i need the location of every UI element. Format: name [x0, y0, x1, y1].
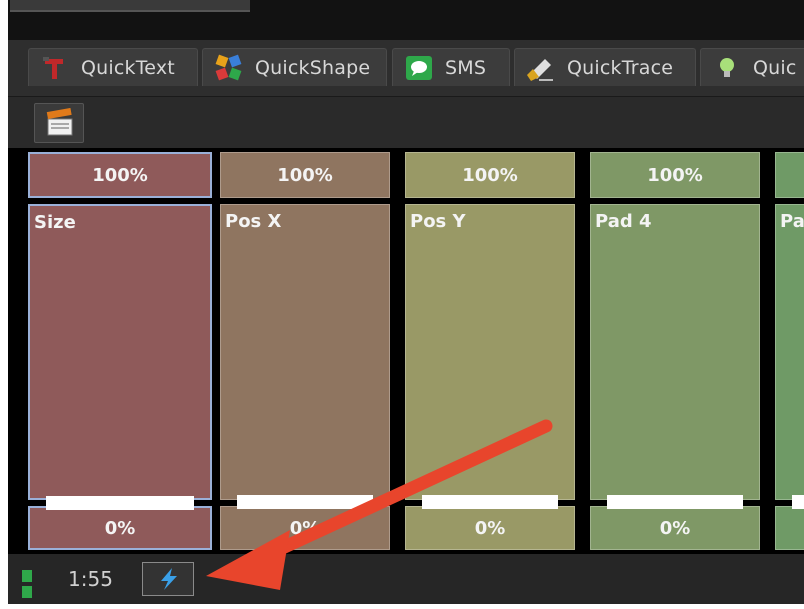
tab-quickshape[interactable]: QuickShape — [202, 48, 387, 86]
pad-area[interactable]: Pa — [775, 204, 804, 509]
tab-quicktrace[interactable]: QuickTrace — [514, 48, 696, 86]
pad-strip-pa[interactable]: Pa — [775, 148, 804, 554]
status-bar: 1:55 — [8, 554, 804, 604]
quicktrace-icon — [525, 53, 557, 83]
fader-handle[interactable] — [607, 495, 743, 509]
pad-max-value: 100% — [405, 152, 575, 198]
pad-label: Pos X — [225, 211, 282, 232]
pad-max-value: 100% — [220, 152, 390, 198]
top-bar — [8, 0, 804, 40]
pad-strip-pos-y[interactable]: 100% Pos Y 0% — [405, 148, 575, 554]
bulb-icon — [711, 53, 743, 83]
tab-sms[interactable]: SMS — [392, 48, 510, 86]
tab-label: Quic — [753, 56, 797, 79]
pad-toolbar — [8, 96, 804, 149]
fader-handle[interactable] — [237, 495, 373, 509]
pad-max-value: 100% — [28, 152, 212, 198]
pad-min-value — [775, 506, 804, 550]
pad-min-value: 0% — [220, 506, 390, 550]
tab-bar: QuickText QuickShape SMS QuickTrace Quic — [8, 40, 804, 96]
pad-min-value: 0% — [405, 506, 575, 550]
pad-label: Pad 4 — [595, 211, 652, 232]
tab-label: SMS — [445, 56, 487, 79]
app-window: QuickText QuickShape SMS QuickTrace Quic… — [8, 0, 804, 604]
pad-label: Size — [34, 212, 76, 233]
tab-label: QuickShape — [255, 56, 371, 79]
xy-pads-panel: 100% Size 0% 100% Pos X 0% 100% Pos Y 0% — [8, 148, 804, 554]
pad-area[interactable]: Pad 4 — [590, 204, 760, 509]
sms-icon — [403, 53, 435, 83]
pad-max-value — [775, 152, 804, 198]
tab-label: QuickTrace — [567, 56, 674, 79]
clapperboard-icon — [45, 107, 75, 142]
pad-max-value: 100% — [590, 152, 760, 198]
clapperboard-button[interactable] — [34, 103, 84, 143]
top-panel-edge — [10, 0, 250, 12]
pad-label: Pa — [780, 211, 804, 232]
status-led — [22, 570, 32, 582]
pad-label: Pos Y — [410, 211, 466, 232]
pad-strip-size[interactable]: 100% Size 0% — [28, 148, 212, 554]
pad-min-value: 0% — [28, 506, 212, 550]
lightning-button[interactable] — [142, 562, 194, 596]
pad-area[interactable]: Size — [28, 204, 212, 510]
pad-strip-pad-4[interactable]: 100% Pad 4 0% — [590, 148, 760, 554]
tab-quicktext[interactable]: QuickText — [28, 48, 198, 86]
pad-strip-pos-x[interactable]: 100% Pos X 0% — [220, 148, 390, 554]
quicktext-icon — [39, 53, 71, 83]
pad-area[interactable]: Pos Y — [405, 204, 575, 509]
fader-handle[interactable] — [792, 495, 804, 509]
fader-handle[interactable] — [422, 495, 558, 509]
status-led — [22, 586, 32, 598]
tab-quic[interactable]: Quic — [700, 48, 804, 86]
fader-handle[interactable] — [46, 496, 194, 510]
lightning-icon — [155, 566, 183, 596]
tab-label: QuickText — [81, 56, 175, 79]
pad-area[interactable]: Pos X — [220, 204, 390, 509]
quickshape-icon — [213, 53, 245, 83]
pad-min-value: 0% — [590, 506, 760, 550]
time-display: 1:55 — [68, 567, 113, 591]
